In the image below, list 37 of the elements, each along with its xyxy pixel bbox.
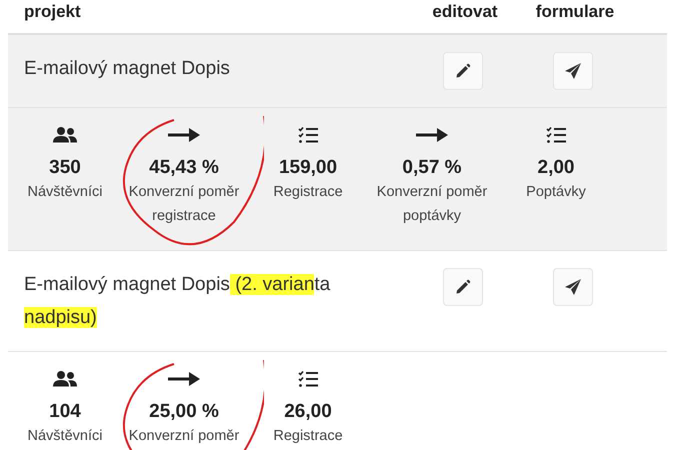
checklist-icon (546, 126, 566, 144)
metric-value: 159,00 (278, 156, 338, 180)
metric-label: Konverzní poměr poptávky (376, 183, 488, 226)
metric-label: Registrace (272, 183, 344, 202)
metric-label: Konverzní poměr registrace (128, 183, 240, 226)
metric-value: 45,43 % (149, 156, 219, 180)
users-icon (53, 126, 77, 144)
metric-label: Poptávky (525, 183, 587, 202)
metric-value: 26,00 (284, 400, 332, 424)
users-icon (53, 370, 77, 388)
project-title: E-mailový magnet Dopis (23, 57, 231, 81)
paper-plane-icon (564, 62, 582, 80)
arrow-right-icon (415, 126, 449, 144)
metric-value: 25,00 % (149, 400, 219, 424)
project-title: E-mailový magnet Dopis (2. varianta nadpisu) (23, 273, 332, 330)
column-header: projekt (23, 1, 82, 23)
send-button[interactable] (553, 268, 593, 306)
edit-button[interactable] (443, 268, 483, 306)
metric-label: Návštěvníci (26, 427, 104, 446)
send-button[interactable] (553, 52, 593, 90)
checklist-icon (298, 126, 318, 144)
metric-value: 350 (49, 156, 81, 180)
arrow-right-icon (167, 126, 201, 144)
metric-label: Konverzní poměr (128, 427, 240, 446)
checklist-icon (298, 370, 318, 388)
metric-label: Návštěvníci (26, 183, 104, 202)
metric-value: 0,57 % (402, 156, 462, 180)
pencil-icon (455, 63, 471, 79)
edit-button[interactable] (443, 52, 483, 90)
column-header: editovat (431, 1, 499, 23)
column-header: formulare (534, 1, 616, 23)
metric-value: 104 (49, 400, 81, 424)
arrow-right-icon (167, 370, 201, 388)
paper-plane-icon (564, 278, 582, 296)
metric-label: Registrace (272, 427, 344, 446)
metric-value: 2,00 (538, 156, 574, 180)
pencil-icon (455, 279, 471, 295)
